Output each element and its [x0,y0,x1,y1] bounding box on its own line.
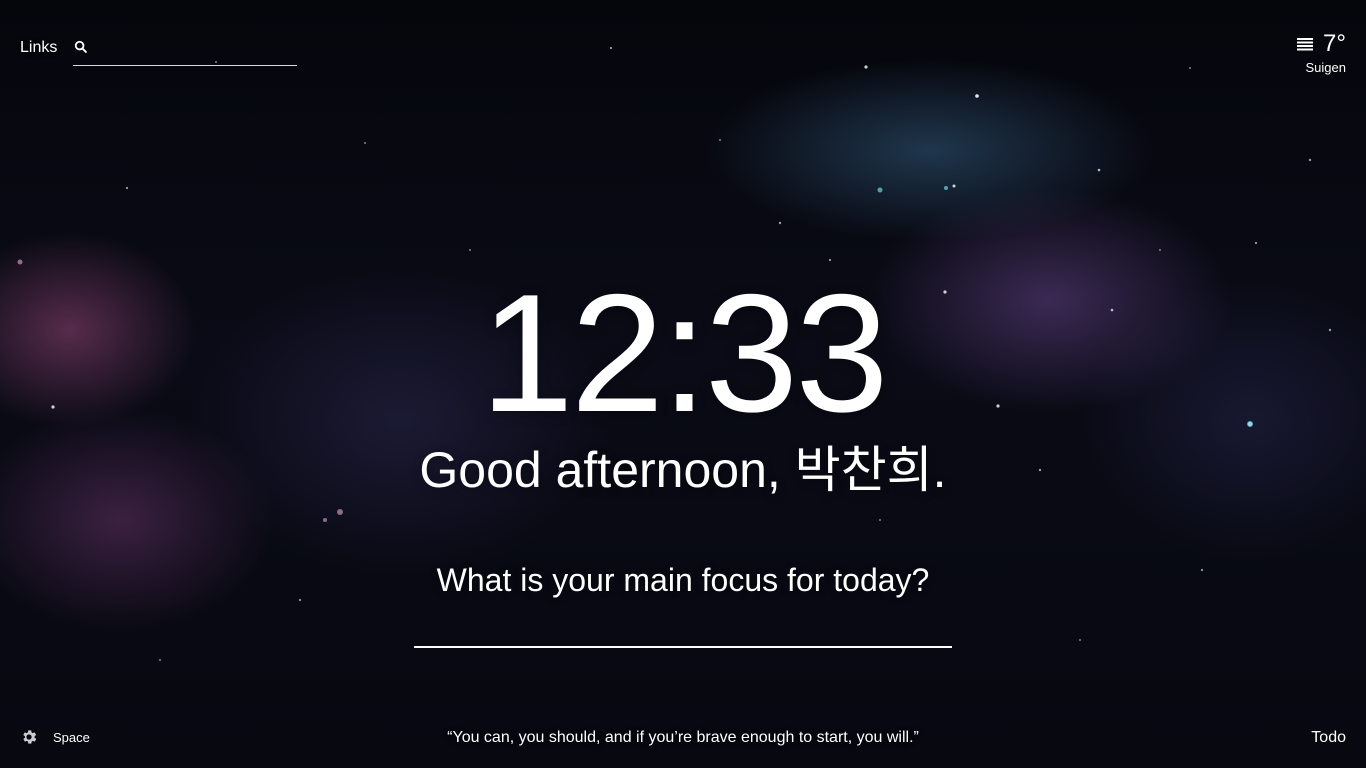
weather-widget[interactable]: 7° Suigen [1297,30,1346,75]
top-left-bar: Links [20,34,298,66]
search-bar[interactable] [73,34,298,66]
greeting: Good afternoon, 박찬희. [419,442,947,498]
focus-question: What is your main focus for today? [436,562,930,598]
clock: 12:33 [480,259,888,447]
focus-input[interactable] [414,612,952,648]
weather-location: Suigen [1305,60,1346,75]
daily-quote: “You can, you should, and if you’re brav… [447,729,919,746]
links-button[interactable]: Links [20,39,57,57]
temperature: 7° [1323,30,1346,57]
todo-button[interactable]: Todo [1311,728,1346,748]
search-icon[interactable] [74,38,88,56]
search-input[interactable] [94,37,298,56]
weather-lines-icon [1297,38,1314,51]
weather-row: 7° [1297,30,1346,58]
